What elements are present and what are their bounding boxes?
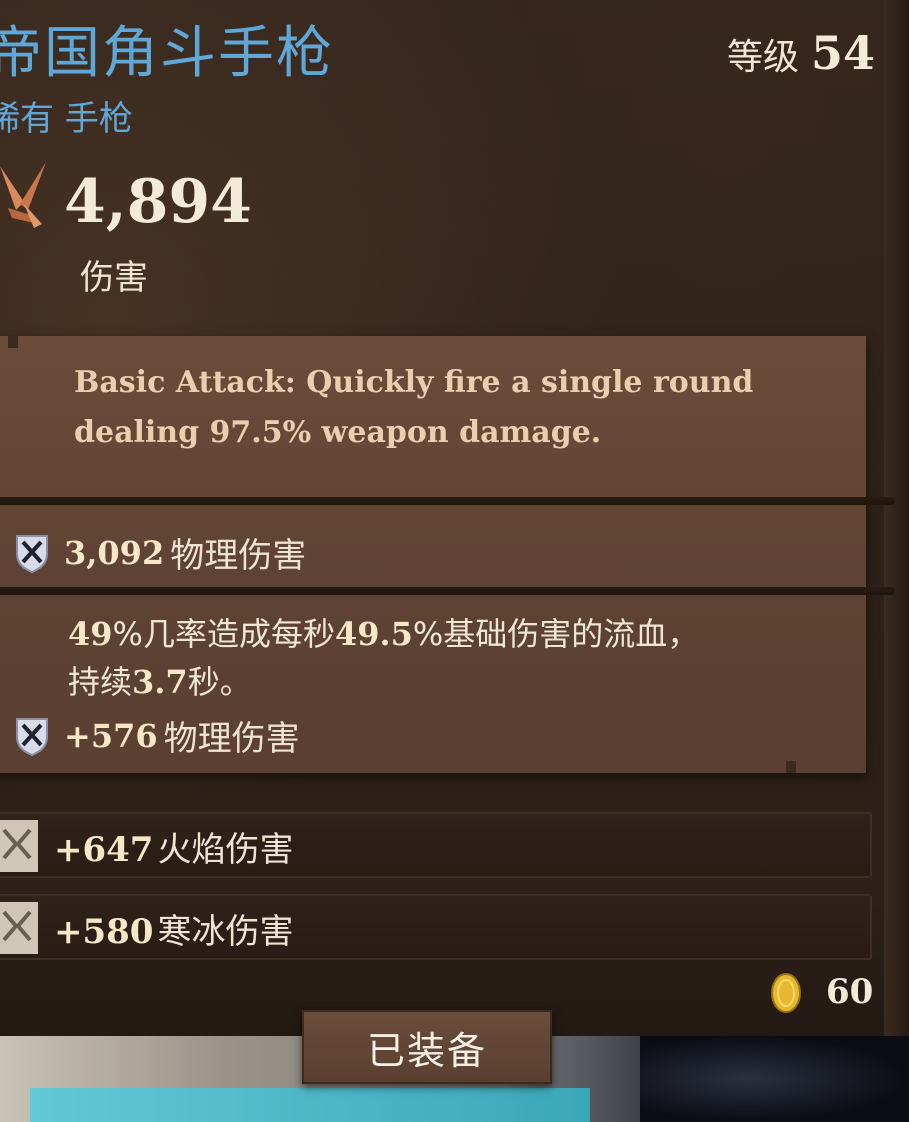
rune-icon bbox=[0, 820, 38, 872]
bleed-chance: 49 bbox=[68, 615, 113, 653]
perk-value: +580 bbox=[54, 912, 154, 952]
damage-value: 4,894 bbox=[64, 167, 252, 237]
bleed-duration-suffix: 秒。 bbox=[187, 663, 252, 701]
background-creature bbox=[640, 1036, 909, 1122]
gold-coin-icon bbox=[771, 973, 801, 1013]
bonus-physical-row: +576 物理伤害 bbox=[14, 711, 300, 760]
equipped-button[interactable]: 已装备 bbox=[302, 1010, 552, 1084]
ability-description: Basic Attack: Quickly fire a single roun… bbox=[74, 365, 754, 450]
item-level: 等级 54 bbox=[727, 26, 875, 80]
bleed-duration-prefix: 持续 bbox=[68, 663, 133, 701]
level-value: 54 bbox=[810, 26, 875, 80]
physical-damage-shield-icon bbox=[16, 534, 48, 573]
base-damage-value: 3,092 bbox=[64, 533, 165, 572]
bonus-physical-label: 物理伤害 bbox=[163, 719, 300, 759]
bleed-text-end: %基础伤害的流血， bbox=[412, 615, 700, 653]
tooltip-frame-edge bbox=[884, 0, 909, 1040]
bonus-physical-value: +576 bbox=[64, 716, 158, 755]
damage-label: 伤害 bbox=[80, 258, 148, 298]
perk-label: 寒冰伤害 bbox=[157, 912, 294, 952]
divider bbox=[0, 497, 895, 505]
panel-pin bbox=[786, 761, 796, 773]
bleed-effect-text: 49%几率造成每秒49.5%基础伤害的流血， 持续3.7秒。 bbox=[68, 610, 848, 706]
base-damage-row: 3,092 物理伤害 bbox=[14, 528, 306, 577]
rune-icon bbox=[0, 902, 38, 954]
bleed-percent: 49.5 bbox=[334, 615, 413, 653]
gold-value: 60 bbox=[826, 972, 874, 1012]
physical-damage-shield-icon bbox=[16, 717, 48, 756]
perk-fire: +647 火焰伤害 bbox=[54, 822, 293, 871]
perk-frost: +580 寒冰伤害 bbox=[54, 904, 293, 953]
item-name: 帝国角斗手枪 bbox=[0, 21, 334, 86]
background-water bbox=[30, 1088, 590, 1122]
level-label: 等级 bbox=[726, 37, 799, 78]
divider bbox=[0, 587, 895, 595]
crossed-swords-icon bbox=[0, 162, 46, 228]
bleed-duration: 3.7 bbox=[132, 663, 188, 701]
item-rarity-type: 稀有 手枪 bbox=[0, 99, 133, 139]
base-damage-label: 物理伤害 bbox=[170, 536, 307, 576]
bleed-text-mid: %几率造成每秒 bbox=[112, 615, 335, 653]
perk-value: +647 bbox=[54, 830, 154, 870]
perk-label: 火焰伤害 bbox=[157, 830, 294, 870]
panel-pin bbox=[8, 336, 18, 348]
